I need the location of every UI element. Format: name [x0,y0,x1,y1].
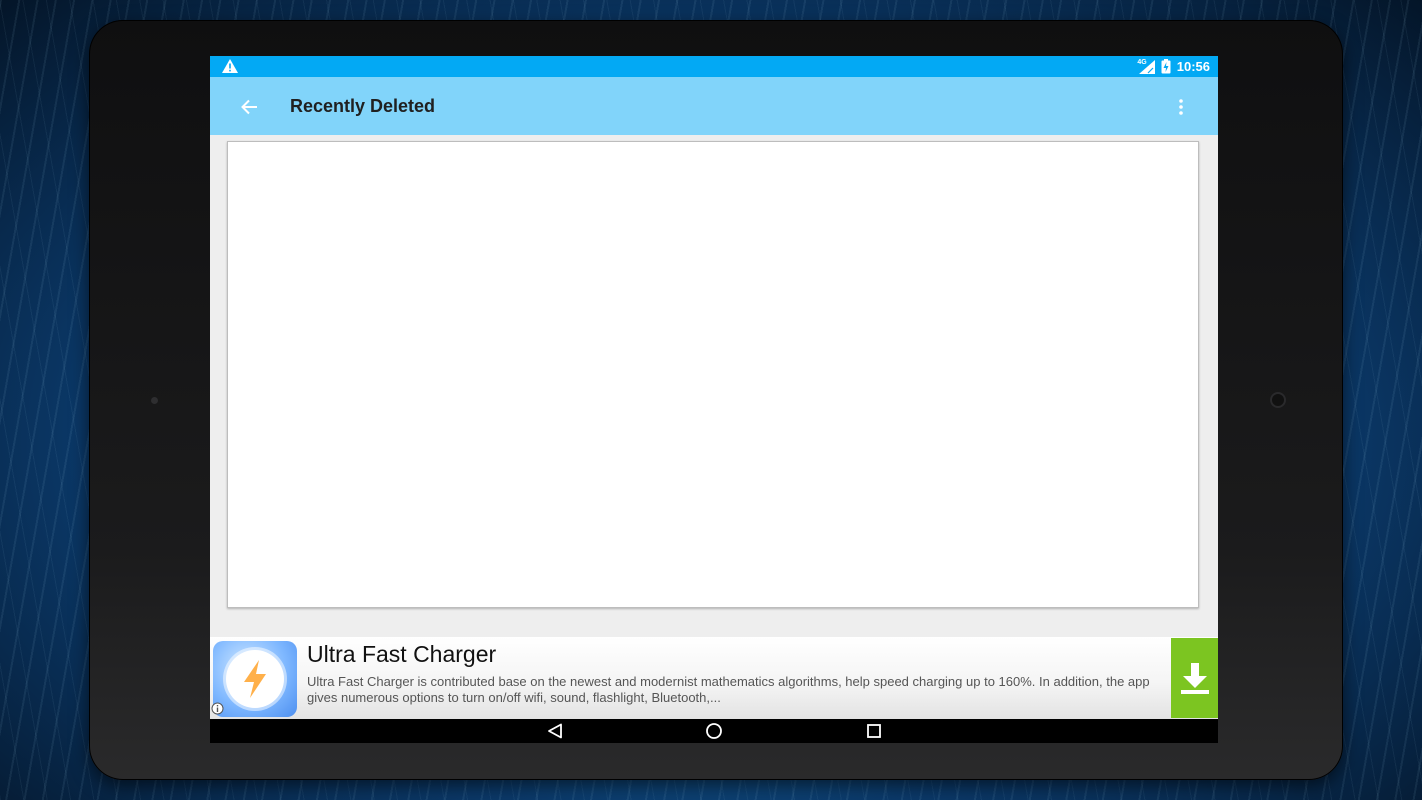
arrow-back-icon [241,99,257,115]
light-sensor [151,397,158,404]
page-title: Recently Deleted [290,96,436,116]
status-right-group: 4G 10:56 [1137,58,1210,75]
overflow-menu-button[interactable] [1166,92,1196,122]
status-bar: 4G 10:56 [210,56,1218,77]
nav-back-button[interactable] [540,719,570,743]
ad-download-button[interactable] [1171,638,1218,718]
ad-title[interactable]: Ultra Fast Charger [307,641,496,668]
ad-info-icon[interactable] [211,702,224,715]
status-time: 10:56 [1176,59,1210,74]
home-circle-icon [706,723,722,739]
nav-home-button[interactable] [699,719,729,743]
ad-description: Ultra Fast Charger is contributed base o… [307,674,1150,705]
recents-square-icon [867,724,881,738]
nav-recents-button[interactable] [859,719,889,743]
more-vert-icon [1179,99,1183,115]
device-screen: 4G 10:56 Recently Deleted Ultra Fast Cha… [210,56,1218,743]
warning-icon [222,59,238,73]
app-toolbar: Recently Deleted [210,77,1218,135]
ad-app-icon[interactable] [213,641,297,717]
download-icon [1180,663,1209,694]
system-nav-bar [210,719,1218,743]
ad-icon-circle [226,650,284,708]
front-camera [1272,394,1284,406]
tablet-frame: 4G 10:56 Recently Deleted Ultra Fast Cha… [89,20,1343,780]
lightning-bolt-icon [244,660,266,698]
back-button[interactable] [234,92,264,122]
back-triangle-icon [548,723,562,739]
battery-icon [1161,59,1171,74]
deleted-items-panel [227,141,1199,608]
content-area [210,135,1218,637]
ad-banner[interactable]: Ultra Fast Charger Ultra Fast Charger is… [210,637,1218,719]
network-type-label: 4G [1137,59,1147,66]
